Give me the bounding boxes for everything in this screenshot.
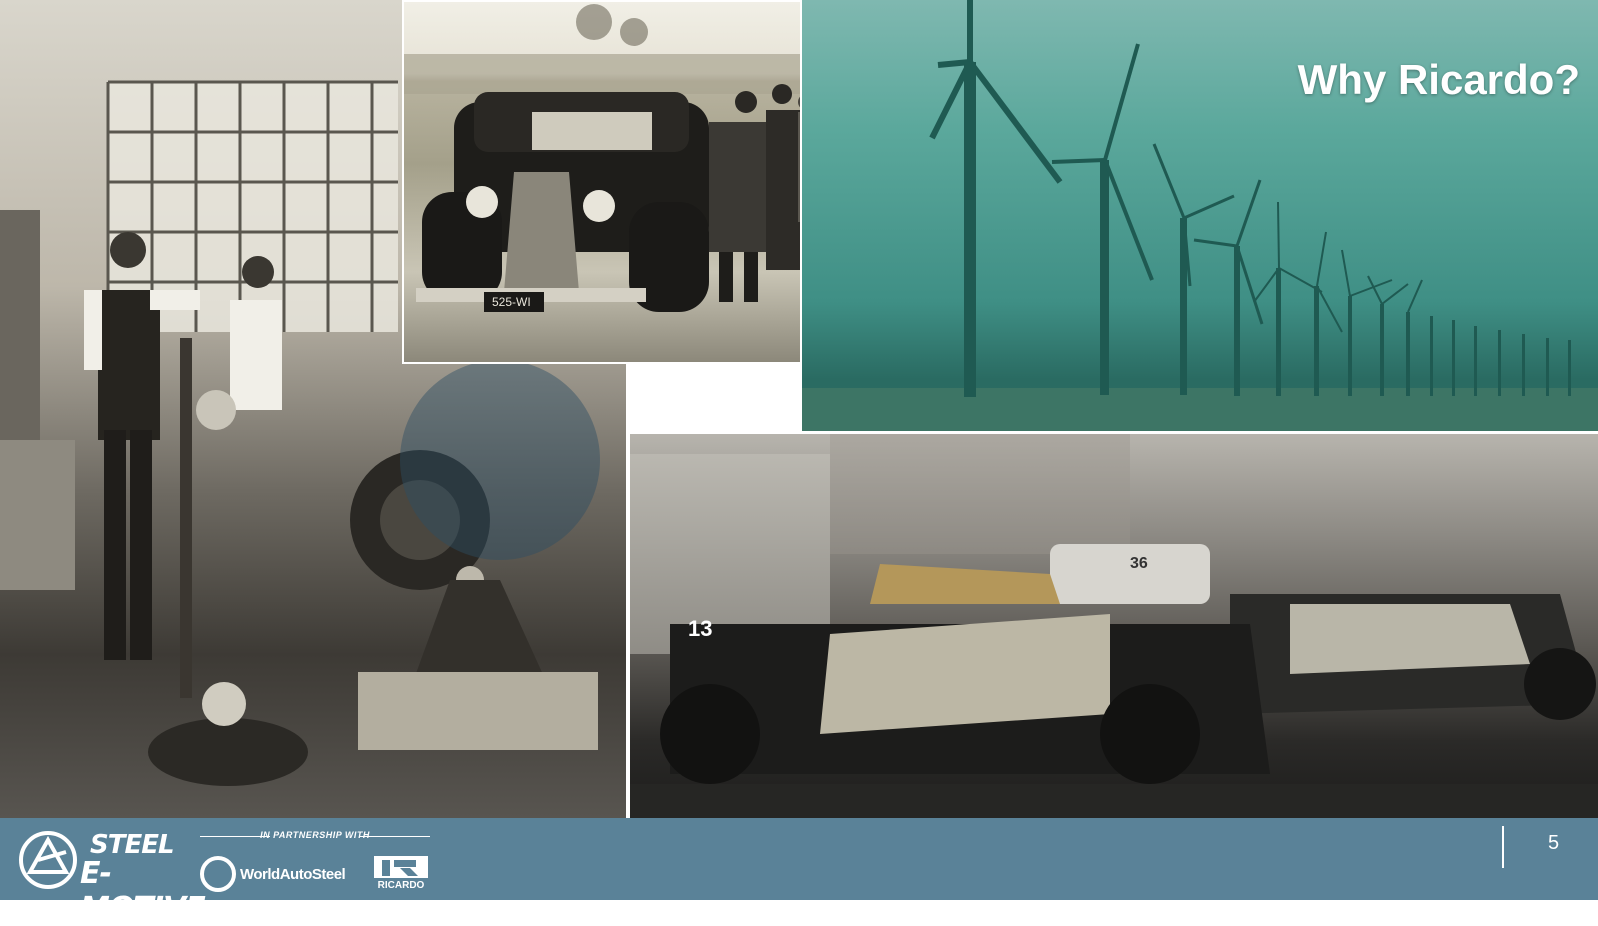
worldautosteel-logo: WorldAutoSteel <box>198 854 348 894</box>
footer-divider <box>1502 826 1504 868</box>
ricardo-emblem-icon <box>374 856 428 878</box>
vintage-car-illustration: 525-WI <box>404 4 854 312</box>
race-cars-illustration: 13 36 <box>630 434 1598 818</box>
svg-text:525-WI: 525-WI <box>492 295 531 309</box>
vintage-car-photo: 525-WI <box>402 0 856 364</box>
page-number: 5 <box>1548 832 1560 854</box>
steel-e-motive-emblem-icon <box>19 831 77 889</box>
worldautosteel-label: WorldAutoSteel <box>240 866 346 883</box>
steel-e-motive-logo: STEEL E-MOTIVE <box>18 830 206 926</box>
race-car-number-13: 13 <box>688 616 712 641</box>
slide-title: Why Ricardo? <box>1297 56 1580 103</box>
worldautosteel-emblem-icon <box>200 856 236 892</box>
race-car-number-36: 36 <box>1130 555 1148 572</box>
partnership-label: IN PARTNERSHIP WITH <box>200 830 430 844</box>
ricardo-logo: RICARDO <box>372 854 430 894</box>
race-cars-photo: 13 36 <box>628 434 1598 818</box>
steel-logo-line2: E-MOTIVE <box>80 856 206 926</box>
ricardo-label: RICARDO <box>377 880 425 891</box>
footer-bar: STEEL E-MOTIVE IN PARTNERSHIP WITH World… <box>0 818 1598 926</box>
